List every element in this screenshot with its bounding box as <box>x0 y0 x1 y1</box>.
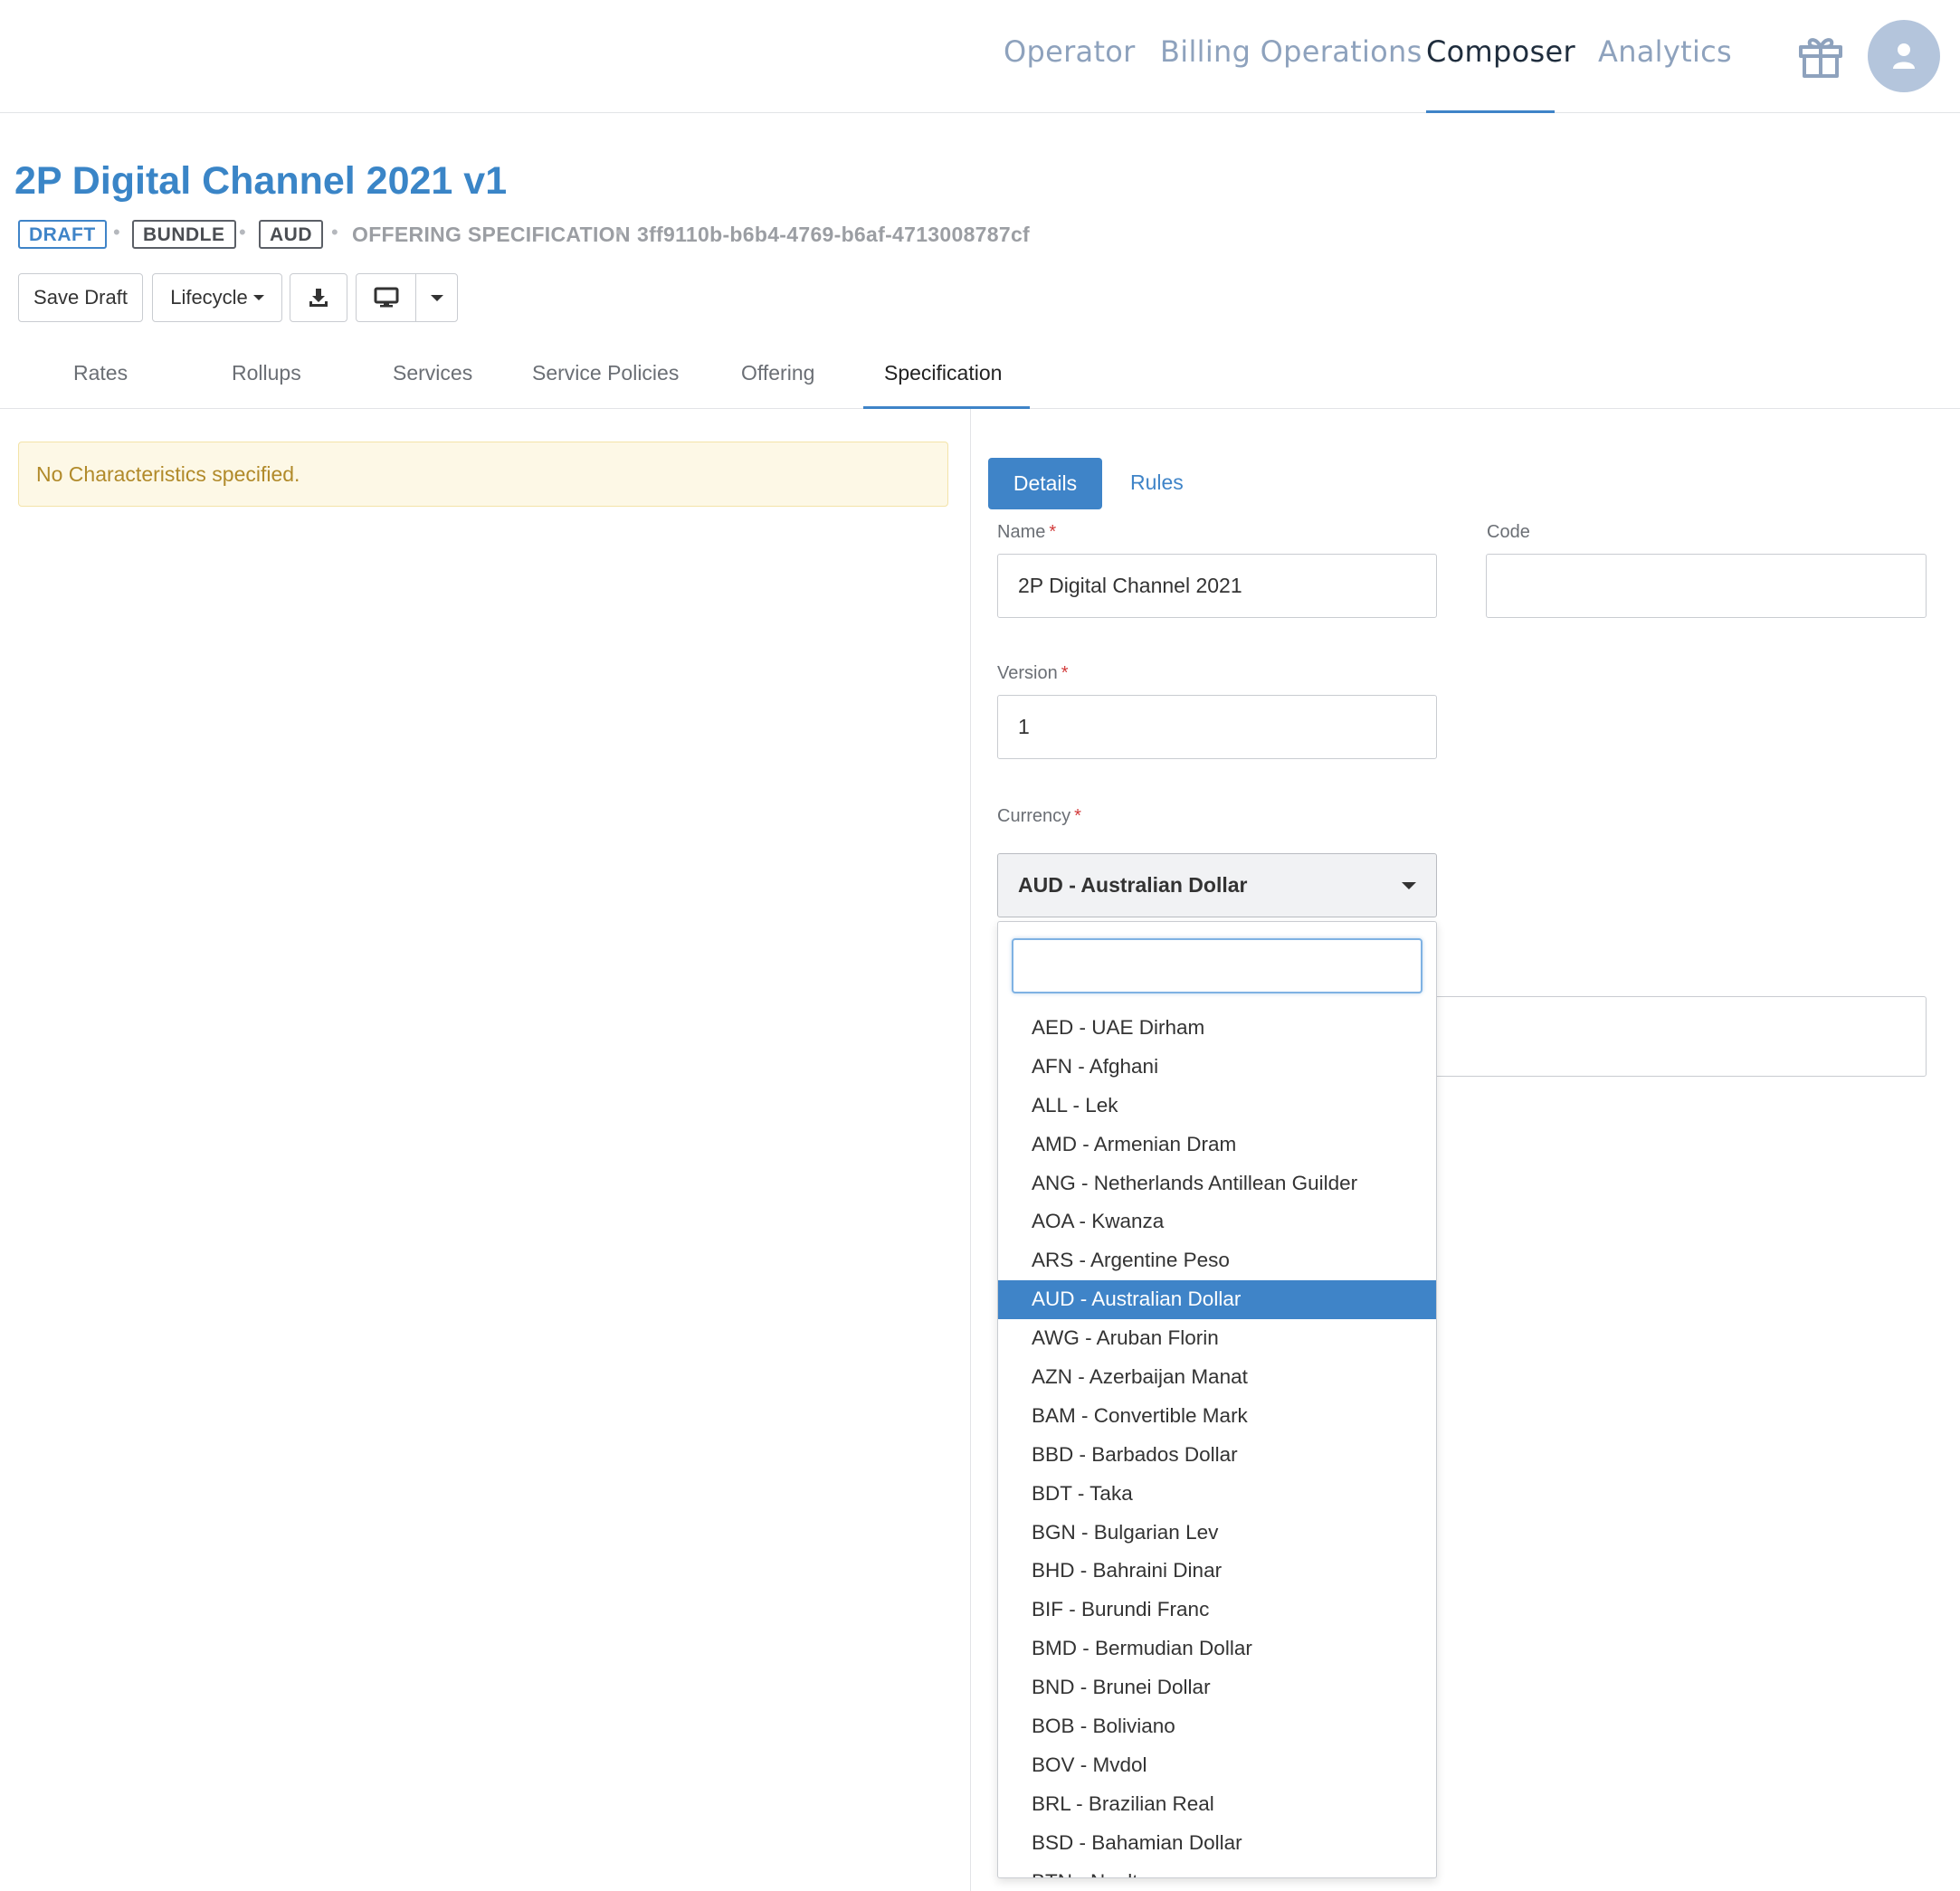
currency-dropdown: AED - UAE Dirham AFN - Afghani ALL - Lek AM… <box>997 921 1437 1878</box>
separator-dot: • <box>331 221 338 243</box>
user-icon <box>1893 43 1915 69</box>
nav-link-composer[interactable]: Composer <box>1426 34 1575 69</box>
caret-down-icon <box>252 295 264 300</box>
currency-label: Currency * <box>997 806 1081 827</box>
currency-option[interactable]: BSD - Bahamian Dollar <box>998 1824 1436 1863</box>
nav-link-billing-operations[interactable]: Billing Operations <box>1160 34 1422 69</box>
name-input[interactable]: 2P Digital Channel 2021 <box>997 554 1437 618</box>
currency-option[interactable]: BTN - Ngultrum <box>998 1863 1436 1877</box>
preview-button[interactable] <box>357 274 416 321</box>
page-title: 2P Digital Channel 2021 v1 <box>14 159 508 203</box>
currency-option[interactable]: ANG - Netherlands Antillean Guilder <box>998 1164 1436 1203</box>
currency-badge: AUD <box>259 220 323 249</box>
currency-option[interactable]: AMD - Armenian Dram <box>998 1126 1436 1164</box>
no-characteristics-alert: No Characteristics specified. <box>18 442 948 507</box>
subtab-rules[interactable]: Rules <box>1130 470 1184 495</box>
save-draft-button[interactable]: Save Draft <box>18 273 143 322</box>
currency-option[interactable]: BIF - Burundi Franc <box>998 1591 1436 1630</box>
currency-option[interactable]: AFN - Afghani <box>998 1048 1436 1087</box>
tab-service-policies[interactable]: Service Policies <box>532 361 679 385</box>
currency-option[interactable]: AOA - Kwanza <box>998 1202 1436 1241</box>
currency-option[interactable]: BHD - Bahraini Dinar <box>998 1552 1436 1591</box>
nav-link-analytics[interactable]: Analytics <box>1598 34 1732 69</box>
preview-options-button[interactable] <box>416 274 457 321</box>
tab-rollups[interactable]: Rollups <box>232 361 301 385</box>
subtab-details[interactable]: Details <box>988 458 1102 509</box>
caret-down-icon <box>430 294 443 301</box>
currency-option[interactable]: AZN - Azerbaijan Manat <box>998 1358 1436 1397</box>
separator-dot: • <box>616 221 623 243</box>
separator-dot: • <box>113 221 120 243</box>
tab-offering[interactable]: Offering <box>741 361 814 385</box>
currency-option[interactable]: AED - UAE Dirham <box>998 1009 1436 1048</box>
code-input[interactable] <box>1486 554 1927 618</box>
required-mark: * <box>1074 806 1081 826</box>
currency-option[interactable]: BGN - Bulgarian Lev <box>998 1514 1436 1553</box>
version-input[interactable]: 1 <box>997 695 1437 759</box>
desktop-icon <box>374 287 398 308</box>
currency-label-text: Currency <box>997 806 1071 826</box>
required-mark: * <box>1061 663 1069 683</box>
type-badge: BUNDLE <box>132 220 236 249</box>
name-label-text: Name <box>997 522 1046 542</box>
tab-rates[interactable]: Rates <box>73 361 128 385</box>
download-button[interactable] <box>290 273 347 322</box>
entity-type-label: OFFERING SPECIFICATION <box>352 223 631 246</box>
avatar[interactable] <box>1868 20 1940 92</box>
tab-specification[interactable]: Specification <box>884 361 1002 385</box>
entity-id: 3ff9110b-b6b4-4769-b6af-4713008787cf <box>637 223 1030 246</box>
lifecycle-button[interactable]: Lifecycle <box>152 273 282 322</box>
tab-services[interactable]: Services <box>393 361 472 385</box>
currency-option[interactable]: BBD - Barbados Dollar <box>998 1436 1436 1475</box>
currency-option[interactable]: AUD - Australian Dollar <box>998 1280 1436 1320</box>
currency-option[interactable]: BDT - Taka <box>998 1475 1436 1514</box>
currency-select[interactable]: AUD - Australian Dollar <box>997 853 1437 917</box>
currency-option[interactable]: AWG - Aruban Florin <box>998 1319 1436 1358</box>
caret-down-icon <box>1402 882 1416 889</box>
currency-search-input[interactable] <box>1012 938 1422 993</box>
tab-active-indicator <box>863 406 1030 409</box>
version-label-text: Version <box>997 663 1058 683</box>
currency-option[interactable]: BRL - Brazilian Real <box>998 1785 1436 1824</box>
gift-icon[interactable] <box>1797 33 1844 80</box>
currency-option[interactable]: BOV - Mvdol <box>998 1746 1436 1785</box>
currency-select-value: AUD - Australian Dollar <box>1018 873 1248 897</box>
currency-option[interactable]: BND - Brunei Dollar <box>998 1668 1436 1707</box>
separator-dot: • <box>239 221 246 243</box>
preview-button-group <box>356 273 458 322</box>
lifecycle-label: Lifecycle <box>170 286 248 309</box>
code-label: Code <box>1487 522 1530 542</box>
download-icon <box>309 289 328 307</box>
currency-option[interactable]: BMD - Bermudian Dollar <box>998 1630 1436 1668</box>
currency-option[interactable]: BOB - Boliviano <box>998 1707 1436 1746</box>
currency-options-list: AED - UAE Dirham AFN - Afghani ALL - Lek AM… <box>998 1009 1436 1877</box>
name-label: Name * <box>997 522 1056 543</box>
currency-option[interactable]: BAM - Convertible Mark <box>998 1397 1436 1436</box>
panel-divider <box>970 409 971 1891</box>
nav-link-operator[interactable]: Operator <box>1004 34 1136 69</box>
currency-option[interactable]: ARS - Argentine Peso <box>998 1241 1436 1280</box>
status-badge: DRAFT <box>18 220 107 249</box>
required-mark: * <box>1049 522 1057 542</box>
nav-active-indicator <box>1426 110 1555 113</box>
currency-option[interactable]: ALL - Lek <box>998 1087 1436 1126</box>
version-label: Version * <box>997 663 1069 684</box>
